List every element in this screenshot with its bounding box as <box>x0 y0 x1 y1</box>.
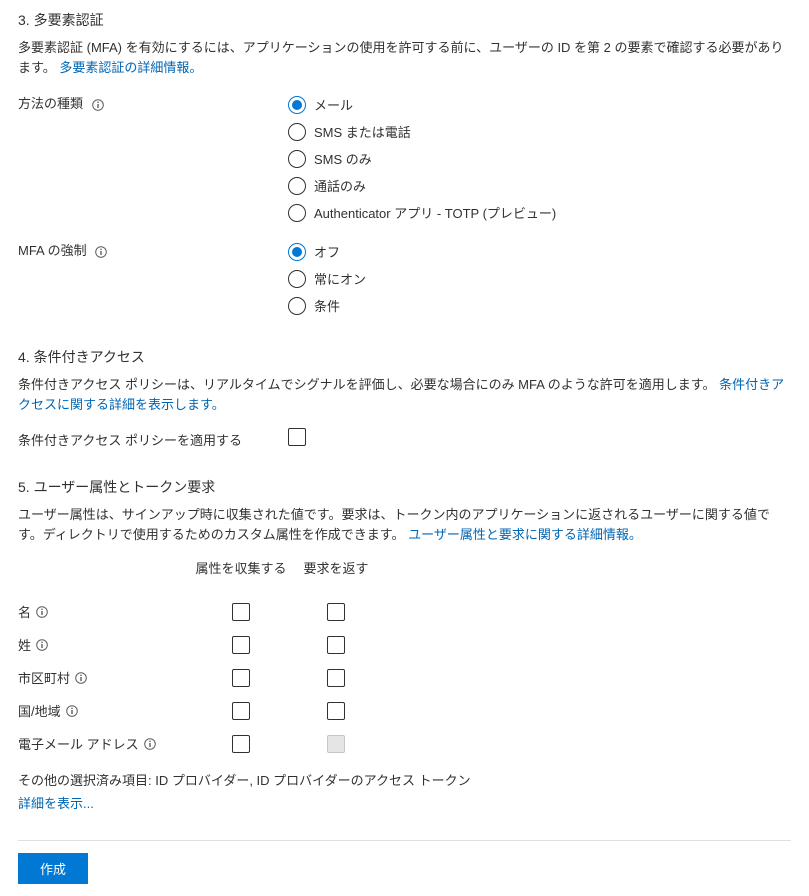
collect-checkbox[interactable] <box>232 669 250 687</box>
return-checkbox[interactable] <box>327 702 345 720</box>
mfa-more-info-link[interactable]: 多要素認証の詳細情報。 <box>59 60 202 75</box>
mfa-description: 多要素認証 (MFA) を有効にするには、アプリケーションの使用を許可する前に、… <box>18 38 791 77</box>
mfa-method-option[interactable]: メール <box>288 91 791 118</box>
other-selected-items: その他の選択済み項目: ID プロバイダー, ID プロバイダーのアクセス トー… <box>18 770 791 789</box>
ca-title: 4. 条件付きアクセス <box>18 347 791 367</box>
show-more-row: 詳細を表示... <box>18 793 791 812</box>
return-checkbox[interactable] <box>327 603 345 621</box>
return-column-header: 要求を返す <box>296 558 376 577</box>
collect-checkbox[interactable] <box>232 735 250 753</box>
attribute-label: 姓 <box>18 635 186 654</box>
radio-label: オフ <box>314 242 340 261</box>
info-icon[interactable] <box>75 672 87 684</box>
collect-column-header: 属性を収集する <box>186 558 296 577</box>
radio-icon <box>288 150 306 168</box>
attribute-label: 電子メール アドレス <box>18 734 186 753</box>
mfa-enforce-options: オフ常にオン条件 <box>288 238 791 319</box>
info-icon[interactable] <box>66 705 78 717</box>
radio-icon <box>288 177 306 195</box>
info-icon[interactable] <box>36 606 48 618</box>
radio-icon <box>288 123 306 141</box>
ca-apply-checkbox[interactable] <box>288 428 306 446</box>
attrs-more-info-link[interactable]: ユーザー属性と要求に関する詳細情報。 <box>408 527 642 542</box>
mfa-method-option[interactable]: Authenticator アプリ - TOTP (プレビュー) <box>288 199 791 226</box>
radio-icon <box>288 96 306 114</box>
radio-label: 通話のみ <box>314 176 366 195</box>
mfa-section: 3. 多要素認証 多要素認証 (MFA) を有効にするには、アプリケーションの使… <box>18 10 791 319</box>
attribute-row: 市区町村 <box>18 661 791 694</box>
radio-label: 条件 <box>314 296 340 315</box>
info-icon[interactable] <box>95 246 107 258</box>
collect-checkbox[interactable] <box>232 702 250 720</box>
attrs-desc-text: ユーザー属性は、サインアップ時に収集された値です。要求は、トークン内のアプリケー… <box>18 507 770 542</box>
mfa-enforce-option[interactable]: 条件 <box>288 292 791 319</box>
radio-label: メール <box>314 95 353 114</box>
attribute-label: 国/地域 <box>18 701 186 720</box>
mfa-enforce-option[interactable]: オフ <box>288 238 791 265</box>
mfa-method-option[interactable]: SMS または電話 <box>288 118 791 145</box>
mfa-enforce-label: MFA の強制 <box>18 238 288 259</box>
ca-desc-text: 条件付きアクセス ポリシーは、リアルタイムでシグナルを評価し、必要な場合にのみ … <box>18 377 716 392</box>
radio-icon <box>288 243 306 261</box>
attribute-row: 姓 <box>18 628 791 661</box>
radio-label: SMS または電話 <box>314 122 411 141</box>
radio-label: SMS のみ <box>314 149 372 168</box>
ca-description: 条件付きアクセス ポリシーは、リアルタイムでシグナルを評価し、必要な場合にのみ … <box>18 375 791 414</box>
ca-checkbox-field: 条件付きアクセス ポリシーを適用する <box>18 428 791 449</box>
collect-checkbox[interactable] <box>232 603 250 621</box>
return-checkbox[interactable] <box>327 669 345 687</box>
radio-label: Authenticator アプリ - TOTP (プレビュー) <box>314 203 556 222</box>
mfa-method-options: メール SMS または電話 SMS のみ通話のみ Authenticator アプリ … <box>288 91 791 226</box>
radio-label: 常にオン <box>314 269 366 288</box>
mfa-method-option[interactable]: SMS のみ <box>288 145 791 172</box>
mfa-enforce-option[interactable]: 常にオン <box>288 265 791 292</box>
radio-icon <box>288 270 306 288</box>
footer-bar: 作成 <box>18 840 791 896</box>
mfa-method-label: 方法の種類 <box>18 91 288 112</box>
attrs-description: ユーザー属性は、サインアップ時に収集された値です。要求は、トークン内のアプリケー… <box>18 505 791 544</box>
mfa-enforce-field: MFA の強制 オフ常にオン条件 <box>18 238 791 319</box>
attrs-title: 5. ユーザー属性とトークン要求 <box>18 477 791 497</box>
attributes-table: 属性を収集する 要求を返す 名姓市区町村国/地域電子メール アドレス <box>18 558 791 760</box>
attribute-row: 国/地域 <box>18 694 791 727</box>
radio-icon <box>288 204 306 222</box>
attribute-label: 名 <box>18 602 186 621</box>
attribute-row: 電子メール アドレス <box>18 727 791 760</box>
conditional-access-section: 4. 条件付きアクセス 条件付きアクセス ポリシーは、リアルタイムでシグナルを評… <box>18 347 791 449</box>
return-checkbox[interactable] <box>327 636 345 654</box>
info-icon[interactable] <box>36 639 48 651</box>
show-more-link[interactable]: 詳細を表示... <box>18 796 94 811</box>
ca-checkbox-label: 条件付きアクセス ポリシーを適用する <box>18 428 288 449</box>
mfa-method-field: 方法の種類 メール SMS または電話 SMS のみ通話のみ Authenticato… <box>18 91 791 226</box>
collect-checkbox[interactable] <box>232 636 250 654</box>
user-attributes-section: 5. ユーザー属性とトークン要求 ユーザー属性は、サインアップ時に収集された値で… <box>18 477 791 812</box>
mfa-method-option[interactable]: 通話のみ <box>288 172 791 199</box>
create-button[interactable]: 作成 <box>18 853 88 884</box>
return-checkbox <box>327 735 345 753</box>
radio-icon <box>288 297 306 315</box>
attribute-row: 名 <box>18 595 791 628</box>
info-icon[interactable] <box>92 99 104 111</box>
mfa-title: 3. 多要素認証 <box>18 10 791 30</box>
info-icon[interactable] <box>144 738 156 750</box>
attribute-label: 市区町村 <box>18 668 186 687</box>
attributes-header-row: 属性を収集する 要求を返す <box>18 558 791 577</box>
